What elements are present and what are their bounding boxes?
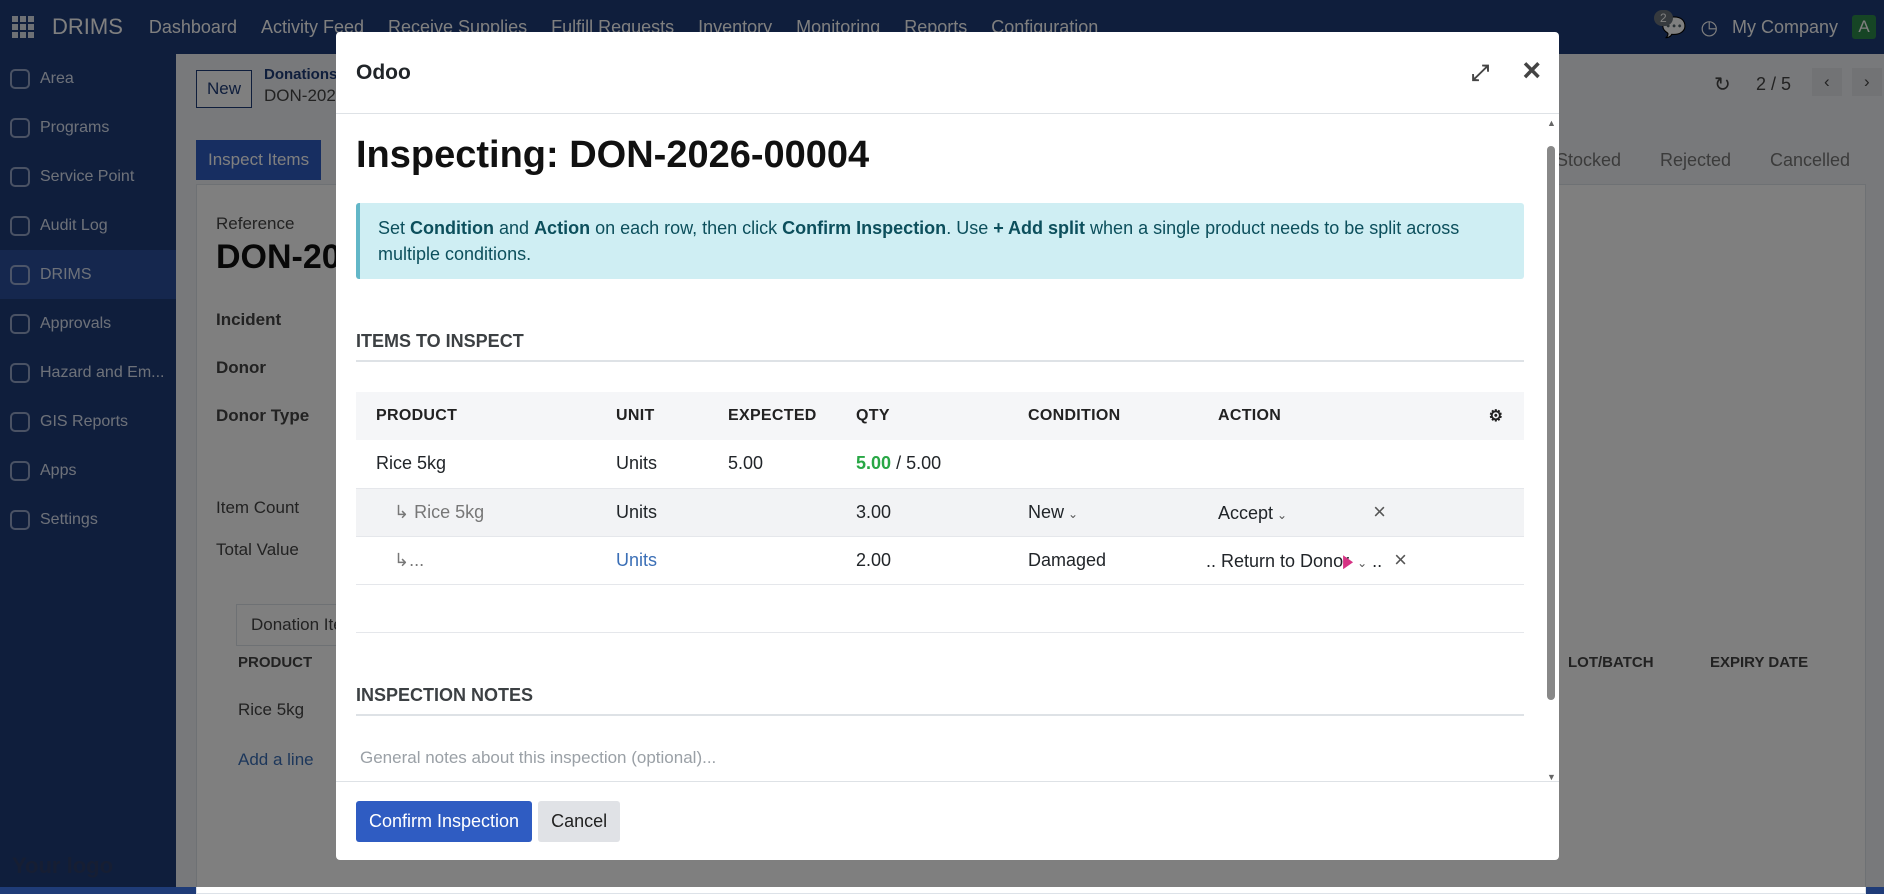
col-expected: EXPECTED [708,392,836,440]
inspection-dialog: Odoo ⤢ × Inspecting: DON-2026-00004 Set … [336,32,1559,860]
split-unit[interactable]: Units [596,536,708,585]
dialog-body: Inspecting: DON-2026-00004 Set Condition… [336,114,1544,782]
split-product: ↳ Rice 5kg [356,488,596,537]
alert-text: Set [378,218,411,238]
col-condition: CONDITION [1008,392,1198,440]
col-unit: UNIT [596,392,708,440]
action-select[interactable]: Accept ⌄ × [1198,488,1468,537]
action-value: .. Return to Donor [1206,551,1350,571]
row-condition [1008,440,1198,489]
column-settings-icon[interactable]: ⚙ [1468,392,1524,440]
info-alert: Set Condition and Action on each row, th… [356,203,1524,279]
table-row[interactable]: ↳ Rice 5kg Units 3.00 New ⌄ Accept ⌄ × [356,488,1524,537]
col-product: PRODUCT [356,392,596,440]
split-expected [708,488,836,537]
close-icon[interactable]: × [1522,54,1541,86]
alert-bold-add-split: + Add split [993,218,1086,238]
row-tools [1468,536,1524,585]
items-section-title: ITEMS TO INSPECT [356,331,1524,362]
dialog-header: Odoo ⤢ × [336,32,1559,114]
col-qty: QTY [836,392,1008,440]
inspection-notes-field[interactable]: General notes about this inspection (opt… [356,748,1524,768]
condition-value: New [1028,501,1065,522]
split-qty[interactable]: 3.00 [836,488,1008,537]
col-action: ACTION [1198,392,1468,440]
row-tools [1468,440,1524,489]
cancel-button[interactable]: Cancel [538,800,621,842]
remove-split-icon[interactable]: × [1394,547,1407,572]
row-qty: 5.00 / 5.00 [836,440,1008,489]
chevron-down-icon: ⌄ [1277,508,1288,522]
row-unit: Units [596,440,708,489]
row-tools [1468,488,1524,537]
dialog-footer: Confirm Inspection Cancel [336,781,1559,860]
scrollbar-thumb[interactable] [1547,146,1555,700]
empty-row [356,584,1524,633]
page-title: Inspecting: DON-2026-00004 [356,134,870,176]
remove-split-icon[interactable]: × [1373,499,1386,524]
row-expected: 5.00 [708,440,836,489]
row-product: Rice 5kg [356,440,596,489]
alert-bold-condition: Condition [410,218,495,238]
expand-icon[interactable]: ⤢ [1471,60,1489,86]
condition-select[interactable]: Damaged [1008,536,1198,585]
chevron-down-icon: ⌄ [1357,556,1368,570]
dialog-header-title: Odoo [356,60,411,84]
scroll-up-icon[interactable]: ▲ [1547,118,1556,128]
items-table: PRODUCT UNIT EXPECTED QTY CONDITION ACTI… [356,392,1524,633]
alert-text: on each row, then click [590,218,783,238]
table-row: Rice 5kg Units 5.00 5.00 / 5.00 [356,440,1524,489]
row-action [1198,440,1468,489]
split-product: ↳... [356,536,596,585]
action-suffix: .. [1372,551,1383,571]
condition-select[interactable]: New ⌄ [1008,488,1198,537]
alert-bold-action: Action [534,218,591,238]
split-qty[interactable]: 2.00 [836,536,1008,585]
action-value: Accept [1218,503,1274,523]
alert-text: . Use [946,218,994,238]
qty-done: 5.00 [856,453,892,474]
qty-total: / 5.00 [896,453,942,474]
split-unit: Units [596,488,708,537]
table-row-empty [356,584,1524,633]
dialog-scrollbar[interactable]: ▲ ▼ [1547,118,1556,782]
alert-text: and [494,218,535,238]
table-row[interactable]: ↳... Units 2.00 Damaged .. Return to Don… [356,536,1524,585]
chevron-down-icon: ⌄ [1068,506,1079,521]
action-select[interactable]: .. Return to Donor ⌄ .. × [1198,536,1468,585]
split-expected [708,536,836,585]
confirm-inspection-button[interactable]: Confirm Inspection [356,800,533,842]
notes-section-title: INSPECTION NOTES [356,685,1524,716]
alert-bold-confirm: Confirm Inspection [782,218,947,238]
